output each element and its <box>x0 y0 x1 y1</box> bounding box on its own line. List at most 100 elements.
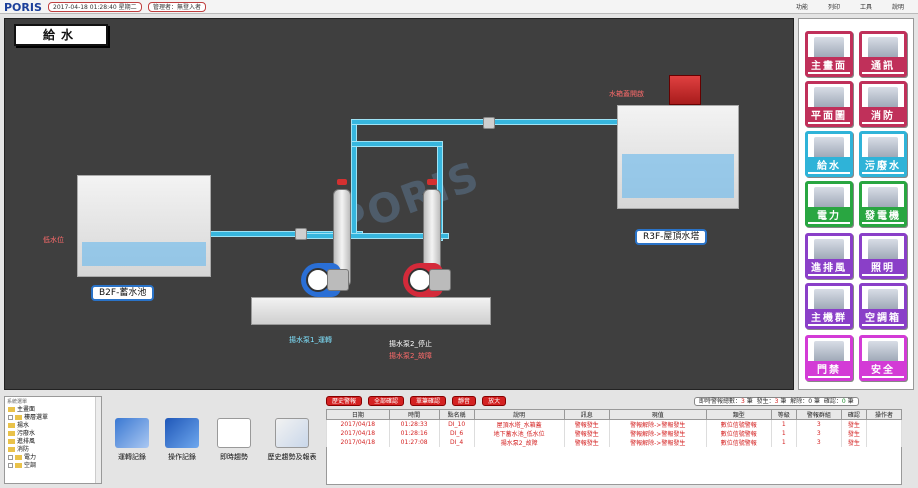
tool-history-report[interactable]: 歷史趨勢及報表 <box>258 418 326 462</box>
enlarge-button[interactable]: 放大 <box>482 396 507 406</box>
menu-help[interactable]: 說明 <box>892 2 904 11</box>
folder-icon <box>15 455 22 460</box>
nav-security[interactable]: 安全 <box>859 335 907 381</box>
mute-button[interactable]: 靜音 <box>452 396 477 406</box>
cell: 01:28:33 <box>388 419 440 429</box>
tree-title: 系統選單 <box>7 399 28 405</box>
stat-total-label: 即時警報總數： <box>699 398 742 405</box>
system-tree: 系統選單 主畫面 樓層選單 揚水 污廢水 進排風 消防 電力 空調 <box>4 396 102 484</box>
expand-icon[interactable] <box>8 415 13 420</box>
col-time[interactable]: 時間 <box>388 409 440 420</box>
power-icon <box>814 187 844 209</box>
ack-single-button[interactable]: 單筆確認 <box>410 396 447 406</box>
cell <box>865 429 903 438</box>
stat-occur: 3 <box>774 398 779 405</box>
ahu-icon <box>868 289 898 311</box>
tree-item[interactable]: 揚水 <box>5 422 101 430</box>
menu-print[interactable]: 列印 <box>828 2 840 11</box>
nav-fire[interactable]: 消防 <box>859 81 907 127</box>
cell: 發生 <box>840 438 867 447</box>
tree-item[interactable]: 消防 <box>5 446 101 454</box>
cell: 3 <box>795 429 842 438</box>
pump-2[interactable] <box>403 263 451 297</box>
nav-floorplan[interactable]: 平面圖 <box>805 81 853 127</box>
tree-item[interactable]: 污廢水 <box>5 430 101 438</box>
expand-icon[interactable] <box>8 455 13 460</box>
col-ack[interactable]: 確認 <box>840 409 867 420</box>
nav-main[interactable]: 主畫面 <box>805 31 853 77</box>
nav-label: 照明 <box>862 259 904 274</box>
col-point[interactable]: 點名稱 <box>438 409 475 420</box>
tree-item[interactable]: 空調 <box>5 462 101 470</box>
tree-item[interactable]: 電力 <box>5 454 101 462</box>
nav-access[interactable]: 門禁 <box>805 335 853 381</box>
tree-item[interactable]: 樓層選單 <box>5 414 101 422</box>
tree-scrollbar[interactable] <box>95 397 101 483</box>
col-type[interactable]: 類型 <box>705 409 772 420</box>
col-operator[interactable]: 操作者 <box>865 409 903 420</box>
table-row[interactable]: 2017/04/18 01:28:33 DI_10 屋頂水塔_水箱蓋 警報發生 警報解除-… <box>326 419 903 429</box>
cell: 1 <box>770 419 797 429</box>
nav-water-supply[interactable]: 給水 <box>805 131 853 177</box>
pump1-valve-handle[interactable] <box>337 179 347 185</box>
cell: 1 <box>770 429 797 438</box>
calculator-icon <box>115 418 149 448</box>
folder-icon <box>8 431 15 436</box>
nav-ventilation[interactable]: 進排風 <box>805 233 853 279</box>
nav-label: 消防 <box>862 107 904 122</box>
tree-item-label: 主畫面 <box>17 406 36 413</box>
history-alarm-button[interactable]: 歷史警報 <box>326 396 363 406</box>
valve-2[interactable] <box>483 117 495 129</box>
pump2-status: 揚水泵2_停止 <box>389 340 432 348</box>
col-group[interactable]: 警報群組 <box>795 409 842 420</box>
col-value[interactable]: 現值 <box>608 409 707 420</box>
col-desc[interactable]: 說明 <box>473 409 565 420</box>
menu-function[interactable]: 功能 <box>796 2 808 11</box>
cell: 警報發生 <box>563 438 610 447</box>
pump2-valve-handle[interactable] <box>427 179 437 185</box>
expand-icon[interactable] <box>8 463 13 468</box>
col-date[interactable]: 日期 <box>326 409 390 420</box>
cell: 數位信號警報 <box>705 438 772 447</box>
stat-clear: 0 <box>808 398 813 405</box>
nav-power[interactable]: 電力 <box>805 181 853 227</box>
tank-lid <box>669 75 701 105</box>
col-level[interactable]: 等級 <box>770 409 797 420</box>
folder-icon <box>8 423 15 428</box>
pump-platform <box>251 297 491 325</box>
stat-unit: 筆 <box>813 398 820 405</box>
table-row[interactable]: 2017/04/18 01:28:16 DI_6 地下蓄水池_低水位 警報發生 警報解除-… <box>326 429 903 438</box>
tree-item[interactable]: 主畫面 <box>5 406 101 414</box>
fire-hydrant-icon <box>868 87 898 109</box>
folder-icon <box>15 463 22 468</box>
stat-unit: 筆 <box>847 398 854 405</box>
cell: 警報解除->警報發生 <box>608 429 707 438</box>
tree-item[interactable]: 進排風 <box>5 438 101 446</box>
tool-run-log[interactable]: 運轉記錄 <box>104 418 160 462</box>
pump-1[interactable] <box>301 263 349 297</box>
tool-label: 運轉記錄 <box>118 453 146 461</box>
valve-1[interactable] <box>295 228 307 240</box>
nav-chillers[interactable]: 主機群 <box>805 283 853 329</box>
manager-display[interactable]: 管理者：無登入者 <box>148 2 207 12</box>
col-msg[interactable]: 訊息 <box>563 409 610 420</box>
table-row[interactable]: 2017/04/18 01:27:08 DI_4 揚水泵2_故障 警報發生 警報解除->警… <box>326 438 903 447</box>
tree-item-label: 污廢水 <box>17 430 36 437</box>
sewage-icon <box>868 137 898 159</box>
nav-comm[interactable]: 通訊 <box>859 31 907 77</box>
menu-tools[interactable]: 工具 <box>860 2 872 11</box>
tank-b2f[interactable] <box>77 175 211 277</box>
nav-sewage[interactable]: 污廢水 <box>859 131 907 177</box>
tank-r3f[interactable] <box>617 105 739 209</box>
folder-icon <box>8 439 15 444</box>
system-nav: 主畫面 通訊 平面圖 消防 給水 污廢水 電力 發電機 進排風 照明 主機群 空… <box>798 18 914 390</box>
nav-lighting[interactable]: 照明 <box>859 233 907 279</box>
nav-ahu[interactable]: 空調箱 <box>859 283 907 329</box>
pump2-fault: 揚水泵2_故障 <box>389 352 432 360</box>
tool-operation-log[interactable]: 操作記錄 <box>154 418 210 462</box>
stat-occur-label: 發生： <box>756 398 775 405</box>
nav-generator[interactable]: 發電機 <box>859 181 907 227</box>
ack-all-button[interactable]: 全部確認 <box>368 396 405 406</box>
nav-label: 污廢水 <box>862 157 904 172</box>
tool-realtime-trend[interactable]: 即時趨勢 <box>206 418 262 462</box>
